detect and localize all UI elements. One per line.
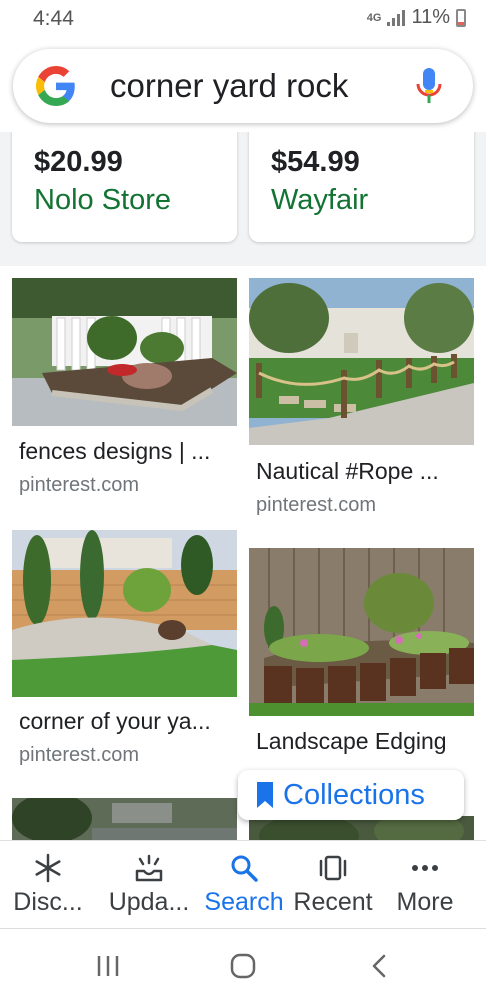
image-result-card[interactable]: Nautical #Rope ... pinterest.com xyxy=(249,278,474,526)
image-result-card[interactable]: fences designs | ... pinterest.com xyxy=(12,278,237,508)
search-input[interactable]: corner yard rock xyxy=(110,67,415,105)
results-content[interactable]: $20.99 Nolo Store $54.99 Wayfair fences … xyxy=(0,132,486,840)
image-result-title[interactable]: fences designs | ... xyxy=(19,438,234,465)
bookmark-icon xyxy=(257,782,273,808)
image-result-title[interactable]: Landscape Edging xyxy=(256,728,471,755)
collections-button[interactable]: Collections xyxy=(238,770,464,820)
product-store[interactable]: Wayfair xyxy=(271,184,368,217)
product-card[interactable]: $54.99 Wayfair xyxy=(249,132,474,242)
image-result-card[interactable] xyxy=(12,798,237,840)
result-image[interactable] xyxy=(12,530,237,697)
home-icon[interactable] xyxy=(228,951,258,981)
nav-item-discover[interactable]: Disc... xyxy=(0,841,96,929)
image-result-source: pinterest.com xyxy=(19,474,140,496)
result-image[interactable] xyxy=(12,278,237,426)
image-result-card[interactable]: Landscape Edging xyxy=(249,548,474,788)
system-navigation-bar xyxy=(0,928,486,1000)
nav-item-search[interactable]: Search xyxy=(202,841,286,929)
microphone-icon[interactable] xyxy=(415,66,443,106)
google-logo-icon xyxy=(36,66,75,106)
nav-label: Recent xyxy=(293,888,373,916)
nav-label: Upda... xyxy=(108,888,190,916)
back-icon[interactable] xyxy=(365,951,395,981)
result-image[interactable] xyxy=(249,278,474,445)
nav-item-updates[interactable]: Upda... xyxy=(96,841,202,929)
image-result-source: pinterest.com xyxy=(19,744,140,766)
image-results-grid: fences designs | ... pinterest.com Nauti… xyxy=(0,266,486,840)
more-dots-icon xyxy=(412,865,438,871)
battery-icon xyxy=(456,8,466,27)
search-icon xyxy=(231,855,258,882)
battery-percent: 11% xyxy=(411,6,450,28)
network-type: 4G xyxy=(366,11,382,24)
nav-item-more[interactable]: More xyxy=(380,841,470,929)
image-result-title[interactable]: Nautical #Rope ... xyxy=(256,458,471,485)
nav-label: Disc... xyxy=(13,888,83,916)
recent-icon xyxy=(319,855,347,881)
nav-item-recent[interactable]: Recent xyxy=(286,841,380,929)
product-price: $54.99 xyxy=(271,146,360,178)
bottom-navigation: Disc... Upda... Search Recent More xyxy=(0,840,486,928)
status-icons: 4G 11% xyxy=(367,6,466,29)
nav-label: More xyxy=(396,888,454,916)
status-time: 4:44 xyxy=(33,7,74,30)
product-card[interactable]: $20.99 Nolo Store xyxy=(12,132,237,242)
status-bar: 4:44 4G 11% xyxy=(0,0,486,40)
product-price: $20.99 xyxy=(34,146,123,178)
collections-label: Collections xyxy=(283,778,425,811)
nav-label: Search xyxy=(204,888,284,916)
result-image[interactable] xyxy=(12,798,237,840)
asterisk-icon xyxy=(35,853,61,883)
image-result-source: pinterest.com xyxy=(256,494,377,516)
search-bar[interactable]: corner yard rock xyxy=(13,49,473,123)
result-image[interactable] xyxy=(249,548,474,716)
recent-apps-icon[interactable] xyxy=(93,951,123,981)
image-result-title[interactable]: corner of your ya... xyxy=(19,708,234,735)
updates-icon xyxy=(135,854,163,882)
signal-icon xyxy=(387,9,406,26)
product-store[interactable]: Nolo Store xyxy=(34,184,171,217)
image-result-card[interactable]: corner of your ya... pinterest.com xyxy=(12,530,237,775)
